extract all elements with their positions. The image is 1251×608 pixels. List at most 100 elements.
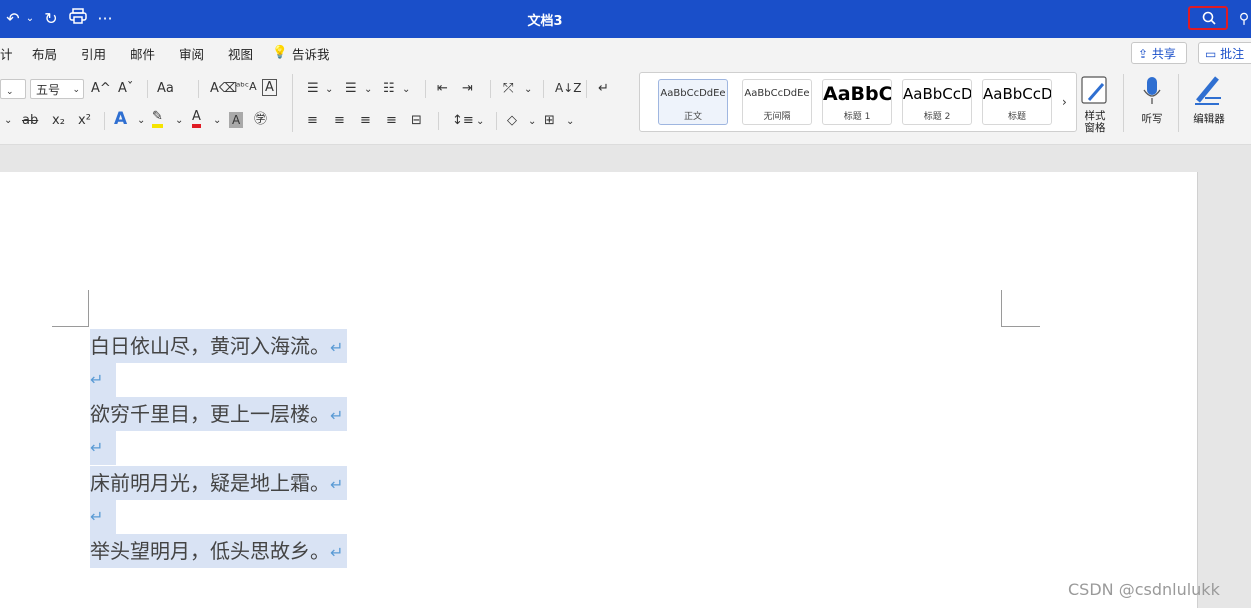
style-heading-2[interactable]: AaBbCcD 标题 2 bbox=[902, 79, 972, 125]
print-icon[interactable] bbox=[67, 8, 89, 30]
line-spacing-dropdown-icon[interactable]: ⌄ bbox=[476, 113, 484, 131]
paragraph-line[interactable]: 床前明月光，疑是地上霜。↵ bbox=[90, 466, 348, 500]
margin-corner-right bbox=[1001, 290, 1040, 327]
phonetic-guide-icon[interactable]: ᵃᵇᶜA bbox=[236, 78, 257, 96]
comment-label: 批注 bbox=[1220, 47, 1245, 61]
paragraph-line[interactable]: 举头望明月，低头思故乡。↵ bbox=[90, 534, 348, 568]
tab-mailings[interactable]: 邮件 bbox=[130, 44, 155, 63]
comment-button[interactable]: ▭ 批注 bbox=[1198, 42, 1251, 64]
font-size-select[interactable]: 五号 ⌄ bbox=[30, 79, 84, 99]
microphone-icon bbox=[1143, 77, 1161, 104]
text-effects-dropdown-icon[interactable]: ⌄ bbox=[137, 112, 145, 130]
align-right-icon[interactable]: ≡ bbox=[360, 112, 371, 130]
style-normal[interactable]: AaBbCcDdEe 正文 bbox=[658, 79, 728, 125]
sort-icon[interactable]: A↓Z bbox=[555, 79, 581, 97]
align-left-icon[interactable]: ≡ bbox=[307, 112, 318, 130]
font-name-select[interactable]: ⌄ bbox=[0, 79, 26, 99]
shading-dropdown-icon[interactable]: ⌄ bbox=[528, 113, 536, 131]
align-center-icon[interactable]: ≡ bbox=[334, 112, 345, 130]
ribbon: 计 布局 引用 邮件 审阅 视图 💡 告诉我 ⇪ 共享 ▭ 批注 ⌄ 五号 ⌄ A… bbox=[0, 38, 1251, 145]
watermark: CSDN @csdnlulukk bbox=[1068, 580, 1220, 599]
text-effects-icon[interactable]: A bbox=[114, 110, 127, 128]
text-direction-icon[interactable]: ⤱ bbox=[503, 80, 513, 98]
divider bbox=[1178, 74, 1179, 132]
change-case-icon[interactable]: Aa bbox=[157, 80, 174, 98]
tell-me-icon[interactable]: 💡 bbox=[272, 44, 288, 60]
more-icon[interactable]: ··· bbox=[95, 8, 115, 30]
shrink-font-icon[interactable]: Aˇ bbox=[118, 80, 133, 98]
style-heading-1[interactable]: AaBbC 标题 1 bbox=[822, 79, 892, 125]
clear-format-icon[interactable]: A⌫ bbox=[210, 80, 237, 98]
dictate-button[interactable] bbox=[1142, 76, 1162, 106]
paragraph-line[interactable]: 白日依山尽，黄河入海流。↵ bbox=[90, 329, 348, 363]
empty-paragraph[interactable]: ↵ bbox=[90, 500, 116, 534]
superscript-icon[interactable]: x² bbox=[78, 112, 91, 130]
enclose-characters-icon[interactable]: ㊫ bbox=[254, 111, 267, 129]
bullets-icon[interactable]: ☰ bbox=[307, 80, 319, 98]
tab-design[interactable]: 计 bbox=[0, 44, 13, 63]
line-spacing-icon[interactable]: ↕≡ bbox=[452, 112, 474, 130]
character-border-icon[interactable]: A bbox=[262, 79, 277, 96]
editor-pen-icon bbox=[1195, 76, 1221, 105]
style-preview: AaBbCcDdEe bbox=[660, 88, 726, 99]
character-shading-icon[interactable]: A bbox=[229, 112, 244, 128]
empty-paragraph[interactable]: ↵ bbox=[90, 363, 116, 397]
paragraph-mark-icon: ↵ bbox=[90, 507, 104, 526]
line-text: 床前明月光，疑是地上霜。 bbox=[90, 471, 330, 495]
multilevel-list-icon[interactable]: ☷ bbox=[383, 80, 395, 98]
justify-icon[interactable]: ≡ bbox=[386, 112, 397, 130]
borders-dropdown-icon[interactable]: ⌄ bbox=[566, 113, 574, 131]
tab-references[interactable]: 引用 bbox=[81, 44, 106, 63]
subscript-icon[interactable]: x₂ bbox=[52, 112, 65, 130]
tab-layout[interactable]: 布局 bbox=[32, 44, 57, 63]
tab-tell-me[interactable]: 告诉我 bbox=[292, 44, 330, 63]
font-color-dropdown-icon[interactable]: ⌄ bbox=[213, 112, 221, 130]
bullets-dropdown-icon[interactable]: ⌄ bbox=[325, 81, 333, 99]
editor-button[interactable] bbox=[1193, 74, 1223, 106]
paragraph-mark-icon: ↵ bbox=[90, 438, 104, 457]
show-formatting-icon[interactable]: ↵ bbox=[598, 80, 609, 98]
empty-paragraph[interactable]: ↵ bbox=[90, 431, 116, 465]
gallery-more-icon[interactable]: › bbox=[1062, 93, 1067, 111]
search-icon bbox=[1202, 11, 1216, 25]
undo-dropdown-icon[interactable]: ⌄ bbox=[24, 8, 36, 30]
line-text: 举头望明月，低头思故乡。 bbox=[90, 539, 330, 563]
divider bbox=[490, 80, 491, 98]
style-name: 标题 2 bbox=[923, 112, 951, 122]
strikethrough-icon[interactable]: ab bbox=[22, 112, 38, 130]
borders-icon[interactable]: ⊞ bbox=[544, 112, 555, 130]
share-user-icon[interactable]: ⚲ bbox=[1236, 8, 1251, 30]
highlight-dropdown-icon[interactable]: ⌄ bbox=[175, 112, 183, 130]
search-button[interactable] bbox=[1188, 6, 1228, 30]
styles-pane-button[interactable] bbox=[1081, 76, 1109, 106]
redo-icon[interactable]: ↻ bbox=[42, 8, 60, 30]
multilevel-dropdown-icon[interactable]: ⌄ bbox=[402, 81, 410, 99]
distributed-icon[interactable]: ⊟ bbox=[411, 112, 422, 130]
highlight-icon[interactable]: ✎ bbox=[152, 110, 163, 128]
numbering-icon[interactable]: ☰ bbox=[345, 80, 357, 98]
text-direction-dropdown-icon[interactable]: ⌄ bbox=[524, 81, 532, 99]
numbering-dropdown-icon[interactable]: ⌄ bbox=[364, 81, 372, 99]
increase-indent-icon[interactable]: ⇥ bbox=[462, 80, 473, 98]
paragraph-line[interactable]: 欲穷千里目，更上一层楼。↵ bbox=[90, 397, 348, 431]
styles-gallery: AaBbCcDdEe 正文 AaBbCcDdEe 无间隔 AaBbC 标题 1 … bbox=[639, 72, 1077, 132]
tab-view[interactable]: 视图 bbox=[228, 44, 253, 63]
style-preview: AaBbCcDdEe bbox=[744, 88, 810, 99]
divider bbox=[543, 80, 544, 98]
style-no-spacing[interactable]: AaBbCcDdEe 无间隔 bbox=[742, 79, 812, 125]
style-name: 无间隔 bbox=[763, 112, 791, 122]
paragraph-mark-icon: ↵ bbox=[330, 406, 344, 425]
font-color-icon[interactable]: A bbox=[192, 110, 201, 128]
document-title: 文档3 bbox=[527, 14, 563, 29]
shading-icon[interactable]: ◇ bbox=[507, 112, 517, 130]
style-name: 标题 bbox=[1007, 112, 1026, 122]
tab-review[interactable]: 审阅 bbox=[179, 44, 204, 63]
decrease-indent-icon[interactable]: ⇤ bbox=[437, 80, 448, 98]
share-button[interactable]: ⇪ 共享 bbox=[1131, 42, 1187, 64]
grow-font-icon[interactable]: A^ bbox=[91, 80, 111, 98]
divider bbox=[104, 112, 105, 130]
style-title[interactable]: AaBbCcD 标题 bbox=[982, 79, 1052, 125]
paragraph-mark-icon: ↵ bbox=[330, 475, 344, 494]
undo-icon[interactable]: ↶ bbox=[4, 8, 22, 30]
underline-dropdown-icon[interactable]: ⌄ bbox=[4, 112, 12, 130]
